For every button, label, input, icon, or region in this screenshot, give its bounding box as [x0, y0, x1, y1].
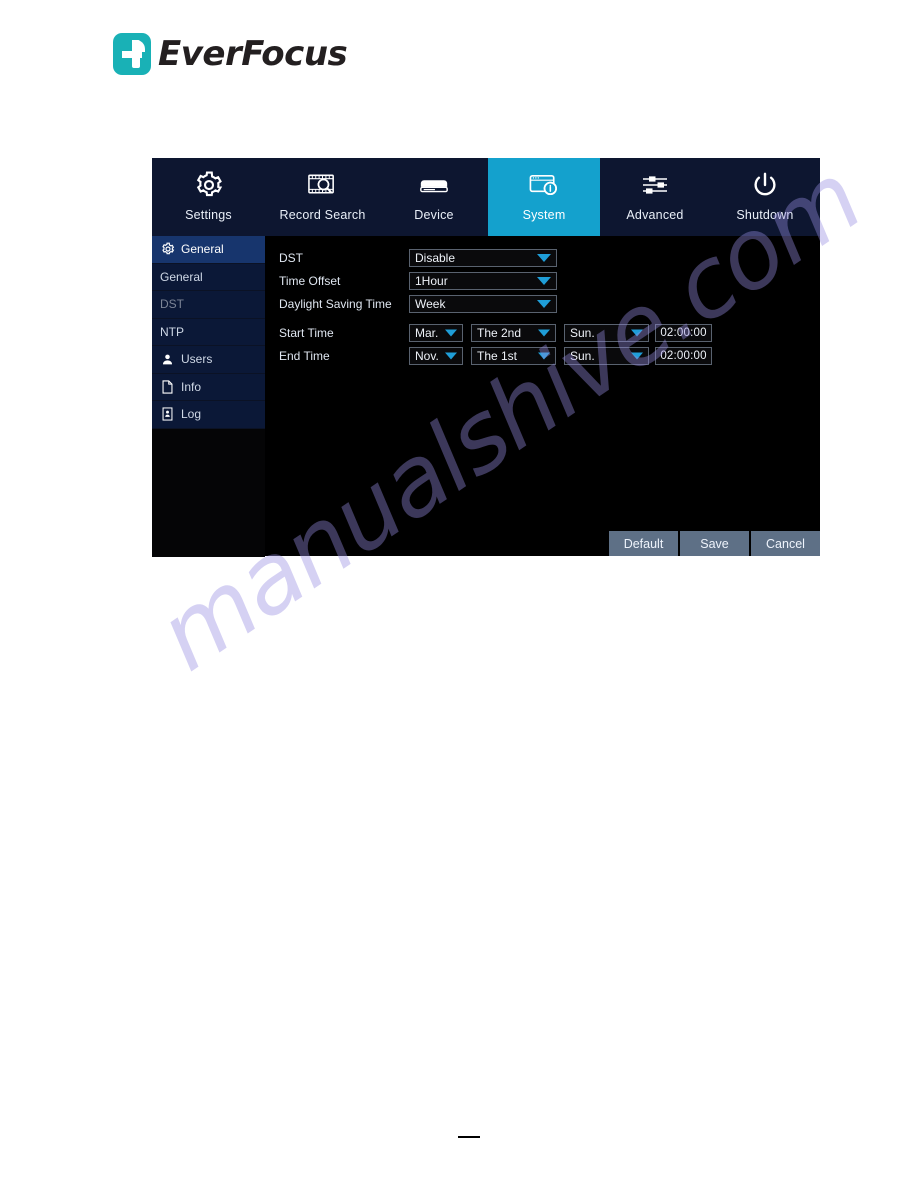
- chevron-down-icon: [445, 329, 457, 336]
- sidebar-item-label: DST: [160, 297, 184, 312]
- chevron-down-icon: [631, 329, 643, 336]
- row-daylight-saving-time: Daylight Saving Time Week: [279, 294, 579, 313]
- dvr-window: Settings Record Search Device System Adv…: [152, 158, 820, 557]
- select-end-ordinal-value: The 1st: [477, 348, 518, 363]
- tab-shutdown[interactable]: Shutdown: [710, 158, 820, 236]
- chevron-down-icon: [537, 253, 551, 262]
- sidebar-item-label: Info: [181, 379, 202, 394]
- select-start-weekday[interactable]: Sun.: [564, 323, 649, 342]
- select-end-weekday[interactable]: Sun.: [564, 346, 649, 365]
- tab-record-search[interactable]: Record Search: [265, 158, 380, 236]
- sidebar-item-info[interactable]: Info: [152, 373, 265, 401]
- everfocus-f-logo-icon: [113, 33, 151, 75]
- select-end-ordinal[interactable]: The 1st: [471, 346, 556, 365]
- select-time-offset[interactable]: 1Hour: [409, 271, 557, 290]
- action-buttons: Default Save Cancel: [609, 531, 820, 556]
- input-end-time[interactable]: 02:00:00: [655, 346, 712, 365]
- tab-device[interactable]: Device: [380, 158, 488, 236]
- film-search-icon: [307, 167, 338, 203]
- sidebar-item-general[interactable]: General: [152, 263, 265, 291]
- chevron-down-icon: [538, 352, 550, 359]
- chevron-down-icon: [445, 352, 457, 359]
- sidebar-item-label: Users: [181, 352, 213, 367]
- chevron-down-icon: [537, 276, 551, 285]
- sidebar-item-label: NTP: [160, 324, 184, 339]
- brand-name: EverFocus: [158, 34, 348, 74]
- tab-record-search-label: Record Search: [279, 208, 366, 222]
- input-start-time[interactable]: 02:00:00: [655, 323, 712, 342]
- chevron-down-icon: [631, 352, 643, 359]
- main-tabbar: Settings Record Search Device System Adv…: [152, 158, 820, 236]
- hard-drive-icon: [418, 167, 450, 203]
- chevron-down-icon: [538, 329, 550, 336]
- sidebar-item-label: General: [181, 242, 224, 257]
- select-start-weekday-value: Sun.: [570, 325, 595, 340]
- dvr-body: General General DST NTP Users Info Log D…: [152, 236, 820, 557]
- select-end-month[interactable]: Nov.: [409, 346, 463, 365]
- tab-settings[interactable]: Settings: [152, 158, 265, 236]
- sidebar-item-ntp[interactable]: NTP: [152, 318, 265, 346]
- select-start-ordinal[interactable]: The 2nd: [471, 323, 556, 342]
- select-end-month-value: Nov.: [415, 348, 439, 363]
- sidebar-item-general-header[interactable]: General: [152, 236, 265, 264]
- chevron-down-icon: [537, 299, 551, 308]
- sidebar-item-dst[interactable]: DST: [152, 291, 265, 319]
- sidebar-filler: [152, 428, 265, 557]
- tab-advanced[interactable]: Advanced: [600, 158, 710, 236]
- sliders-icon: [640, 167, 670, 203]
- label-end-time: End Time: [279, 348, 330, 363]
- log-card-icon: [160, 407, 175, 422]
- select-start-month-value: Mar.: [415, 325, 439, 340]
- row-time-offset: Time Offset 1Hour: [279, 271, 579, 290]
- tab-system-label: System: [522, 208, 566, 222]
- save-button[interactable]: Save: [680, 531, 749, 556]
- tab-system[interactable]: System: [488, 158, 600, 236]
- dst-settings-panel: DST Disable Time Offset 1Hour Daylight S…: [265, 236, 820, 556]
- power-icon: [750, 167, 780, 203]
- default-button[interactable]: Default: [609, 531, 678, 556]
- page-footer-dash: [458, 1136, 480, 1138]
- label-start-time: Start Time: [279, 325, 334, 340]
- gear-icon: [160, 242, 175, 257]
- tab-shutdown-label: Shutdown: [736, 208, 794, 222]
- sidebar-item-label: Log: [181, 407, 202, 422]
- select-time-offset-value: 1Hour: [415, 273, 448, 288]
- row-start-time: Start Time Mar. The 2nd Sun. 02:00:00: [279, 323, 799, 342]
- row-dst: DST Disable: [279, 248, 579, 267]
- label-dst: DST: [279, 250, 303, 265]
- monitor-info-icon: [528, 167, 561, 203]
- page-root: manualshive.com EverFocus Settings Recor…: [0, 0, 918, 1188]
- sidebar-item-label: General: [160, 269, 203, 284]
- select-daylight-saving-time[interactable]: Week: [409, 294, 557, 313]
- tab-device-label: Device: [414, 208, 454, 222]
- select-dst-value: Disable: [415, 250, 456, 265]
- gear-icon: [194, 167, 224, 203]
- label-daylight-saving-time: Daylight Saving Time: [279, 296, 392, 311]
- select-end-weekday-value: Sun.: [570, 348, 595, 363]
- select-start-month[interactable]: Mar.: [409, 323, 463, 342]
- sidebar-item-users[interactable]: Users: [152, 346, 265, 374]
- sidebar-item-log[interactable]: Log: [152, 401, 265, 429]
- row-end-time: End Time Nov. The 1st Sun. 02:00:00: [279, 346, 799, 365]
- tab-settings-label: Settings: [185, 208, 232, 222]
- document-icon: [160, 379, 175, 394]
- brand-logo: EverFocus: [113, 33, 348, 75]
- select-start-ordinal-value: The 2nd: [477, 325, 522, 340]
- user-icon: [160, 352, 175, 367]
- select-daylight-saving-time-value: Week: [415, 296, 446, 311]
- cancel-button[interactable]: Cancel: [751, 531, 820, 556]
- select-dst[interactable]: Disable: [409, 248, 557, 267]
- label-time-offset: Time Offset: [279, 273, 341, 288]
- sidebar: General General DST NTP Users Info Log: [152, 236, 265, 557]
- tab-advanced-label: Advanced: [626, 208, 684, 222]
